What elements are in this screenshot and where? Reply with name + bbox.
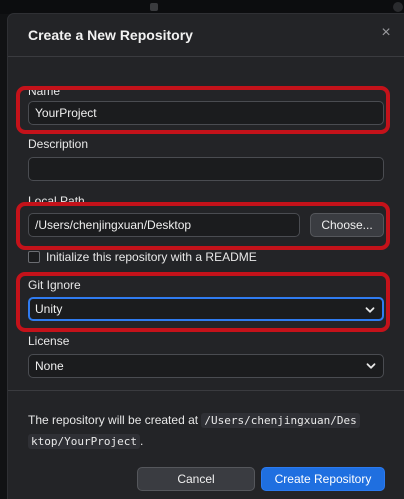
gitignore-label: Git Ignore (28, 278, 81, 292)
license-label: License (28, 334, 70, 348)
repository-location-text: The repository will be created at /Users… (28, 410, 392, 452)
background-window-control (150, 3, 158, 11)
readme-checkbox-label[interactable]: Initialize this repository with a README (46, 250, 257, 264)
description-label: Description (28, 137, 89, 151)
chevron-down-icon (365, 307, 375, 313)
local-path-label: Local Path (28, 194, 85, 208)
background-window-control (393, 2, 403, 12)
license-select[interactable]: None (28, 354, 384, 378)
readme-checkbox[interactable] (28, 251, 40, 263)
dialog-footer: The repository will be created at /Users… (8, 390, 404, 499)
create-repository-dialog: Create a New Repository × Name YourProje… (8, 14, 404, 499)
dialog-header: Create a New Repository × (8, 14, 404, 57)
create-repository-button[interactable]: Create Repository (261, 467, 385, 491)
choose-button[interactable]: Choose... (310, 213, 384, 237)
local-path-input[interactable]: /Users/chenjingxuan/Desktop (28, 213, 300, 237)
background-window-strip (0, 0, 404, 14)
location-path-part1: /Users/chenjingxuan/Des (201, 413, 360, 428)
gitignore-selected-value: Unity (35, 302, 63, 316)
close-icon[interactable]: × (378, 25, 394, 41)
cancel-button[interactable]: Cancel (137, 467, 255, 491)
location-prefix: The repository will be created at (28, 413, 202, 427)
location-path-part2: ktop/YourProject (28, 434, 140, 449)
gitignore-select[interactable]: Unity (28, 297, 384, 321)
name-label: Name (28, 84, 61, 98)
license-selected-value: None (35, 359, 64, 373)
description-input[interactable] (28, 157, 384, 181)
location-suffix: . (139, 434, 144, 448)
name-input[interactable]: YourProject (28, 101, 384, 125)
chevron-down-icon (366, 363, 376, 369)
dialog-title: Create a New Repository (28, 27, 193, 43)
